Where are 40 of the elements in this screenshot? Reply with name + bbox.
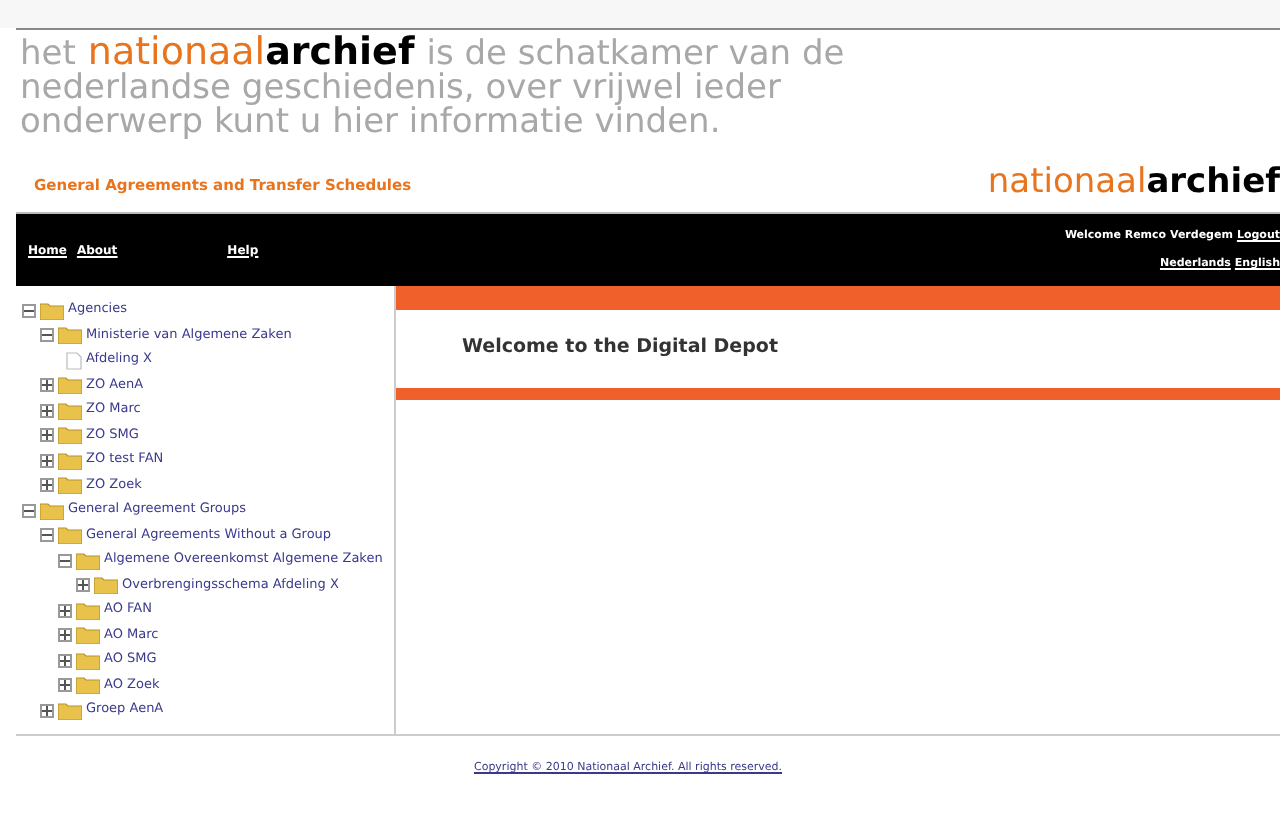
collapse-toggle[interactable] [22,303,36,318]
expand-toggle[interactable] [58,678,72,693]
folder-icon [76,626,100,645]
folder-icon [58,451,82,470]
expand-toggle[interactable] [40,703,54,718]
expand-toggle[interactable] [76,578,90,593]
banner-text: onderwerp kunt u hier informatie vinden. [20,106,721,140]
folder-icon [58,376,82,395]
expand-toggle[interactable] [40,403,54,418]
expand-toggle[interactable] [58,653,72,668]
folder-icon [40,301,64,320]
folder-icon [58,526,82,545]
collapse-toggle[interactable] [40,328,54,343]
nationaal-archief-logo: nationaalarchief [987,166,1280,200]
folder-icon [40,501,64,520]
expand-toggle[interactable] [40,453,54,468]
folder-icon [76,676,100,695]
folder-icon [58,401,82,420]
collapse-toggle[interactable] [58,553,72,568]
folder-icon [76,651,100,670]
folder-icon [58,701,82,720]
expand-toggle[interactable] [58,628,72,643]
folder-icon [94,576,118,595]
folder-icon [76,601,100,620]
banner-text: het [20,38,76,72]
welcome-heading: Welcome to the Digital Depot [462,334,778,363]
banner-text: nederlandse geschiedenis, over vrijwel ieder [20,72,781,106]
nationaal-archief-logo: nationaalarchief [87,34,415,72]
expand-toggle[interactable] [40,428,54,443]
folder-icon [76,551,100,570]
expand-toggle[interactable] [40,478,54,493]
expand-toggle[interactable] [40,378,54,393]
folder-icon [58,476,82,495]
expand-toggle[interactable] [58,603,72,618]
banner-text: is de schatkamer van de [426,38,845,72]
folder-icon [58,326,82,345]
folder-icon [58,426,82,445]
collapse-toggle[interactable] [40,528,54,543]
document-icon [66,351,82,370]
collapse-toggle[interactable] [22,503,36,518]
